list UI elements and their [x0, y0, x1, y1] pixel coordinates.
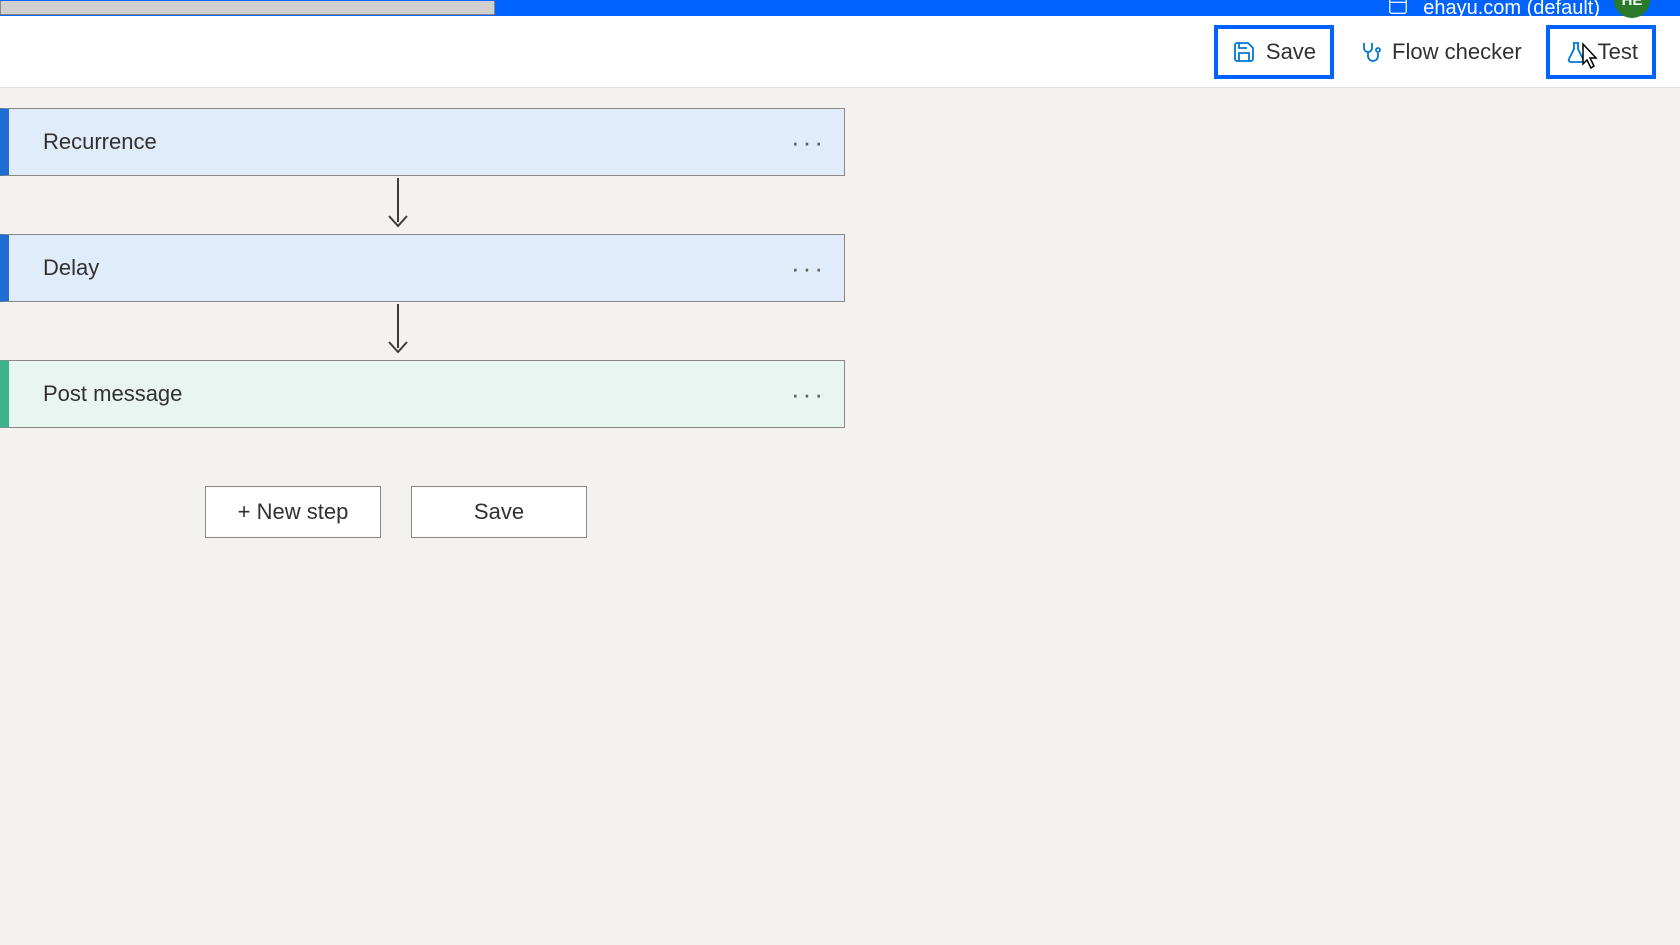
more-options-icon[interactable]: ···: [791, 253, 826, 284]
flask-icon: [1564, 40, 1588, 64]
more-options-icon[interactable]: ···: [791, 127, 826, 158]
step-title: Delay: [43, 255, 99, 281]
header-bar: ehayu.com (default) HE: [0, 0, 1680, 16]
save-label: Save: [1266, 39, 1316, 65]
search-input[interactable]: [0, 1, 495, 15]
arrow-connector: [378, 302, 418, 360]
environment-icon: [1387, 0, 1409, 22]
test-button[interactable]: Test: [1546, 25, 1656, 79]
flow-step-post-message[interactable]: Post message ···: [0, 360, 845, 428]
more-options-icon[interactable]: ···: [791, 379, 826, 410]
flow-checker-label: Flow checker: [1392, 39, 1522, 65]
environment-label: ehayu.com (default): [1423, 0, 1600, 20]
flow-step-delay[interactable]: Delay ···: [0, 234, 845, 302]
toolbar: Save Flow checker Test: [0, 16, 1680, 88]
flow-step-recurrence[interactable]: Recurrence ···: [0, 108, 845, 176]
step-title: Recurrence: [43, 129, 157, 155]
save-icon: [1232, 40, 1256, 64]
save-step-button[interactable]: Save: [411, 486, 587, 538]
arrow-connector: [378, 176, 418, 234]
canvas-actions: + New step Save: [205, 486, 1680, 538]
environment-info[interactable]: ehayu.com (default): [1387, 0, 1630, 22]
new-step-button[interactable]: + New step: [205, 486, 381, 538]
step-title: Post message: [43, 381, 182, 407]
save-button[interactable]: Save: [1214, 25, 1334, 79]
flow-canvas: Recurrence ··· Delay ··· Post message ··…: [0, 88, 1680, 538]
stethoscope-icon: [1358, 40, 1382, 64]
test-label: Test: [1598, 39, 1638, 65]
flow-checker-button[interactable]: Flow checker: [1344, 29, 1536, 75]
